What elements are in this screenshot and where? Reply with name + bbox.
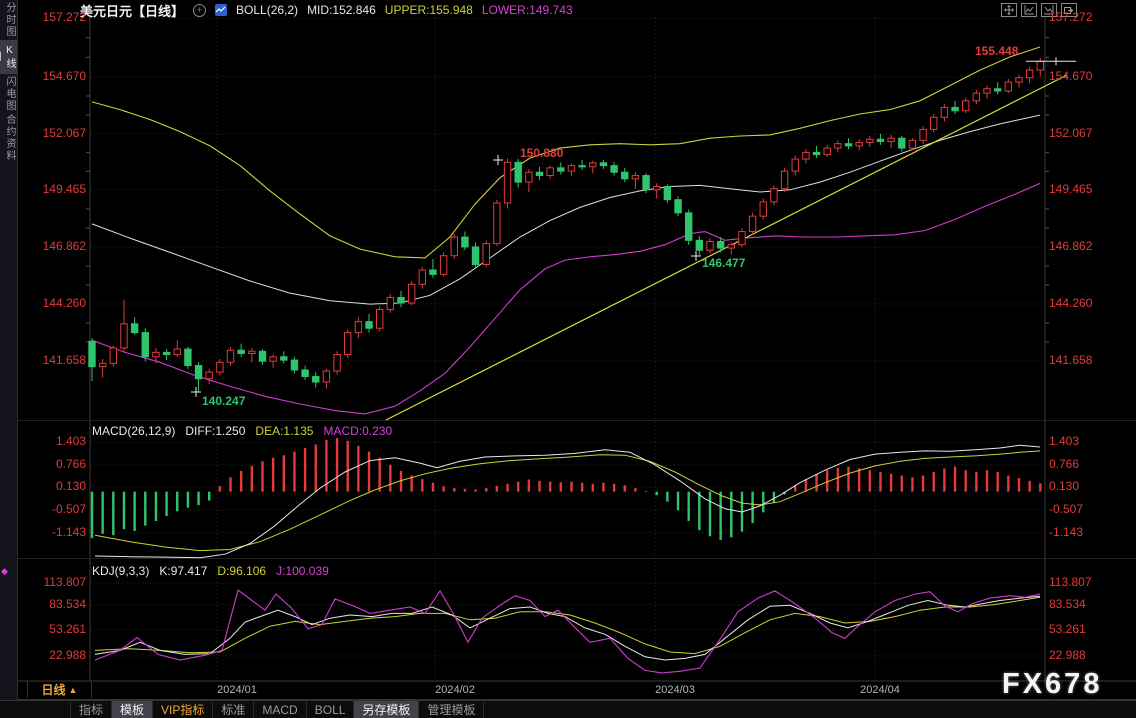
kdj-axis-label-left: 83.534 bbox=[49, 597, 86, 611]
pane-corner-marker: ◆ bbox=[1, 566, 8, 576]
macd-axis-label-left: 0.130 bbox=[55, 479, 86, 493]
move-icon[interactable] bbox=[1001, 3, 1017, 17]
chart-header: 美元日元【日线】 + BOLL(26,2) MID:152.846 UPPER:… bbox=[80, 3, 573, 19]
sidebar-item-time-share[interactable]: 分时图 bbox=[0, 2, 17, 38]
kdj-axis-label-left: 53.261 bbox=[49, 622, 86, 636]
sidebar-item-lightning[interactable]: 闪电图 bbox=[0, 76, 17, 112]
macd-diff-value: DIFF:1.250 bbox=[185, 424, 246, 438]
kdj-axis-label-right: 83.534 bbox=[1049, 597, 1086, 611]
x-axis-label: 2024/01 bbox=[217, 684, 257, 696]
axis-left-chart-icon[interactable] bbox=[1021, 3, 1037, 17]
kdj-d-value: D:96.106 bbox=[217, 564, 267, 578]
sidebar-item-contract-info[interactable]: 合约资料 bbox=[0, 114, 17, 162]
add-indicator-icon[interactable]: + bbox=[193, 3, 207, 17]
macd-label: MACD(26,12,9) bbox=[92, 424, 176, 438]
macd-axis-label-right: -0.507 bbox=[1049, 502, 1084, 516]
macd-axis-label-left: -0.507 bbox=[51, 502, 86, 516]
kdj-pane-header: KDJ(9,3,3) K:97.417 D:96.106 J:100.039 bbox=[92, 564, 329, 578]
sidebar-item-kline[interactable]: K线图 bbox=[0, 40, 17, 74]
toolbar-tab-标准[interactable]: 标准 bbox=[213, 701, 255, 718]
macd-axis-label-right: 0.766 bbox=[1049, 457, 1080, 471]
price-annotation: 140.247 bbox=[202, 394, 246, 408]
price-axis-label-left: 141.658 bbox=[42, 353, 86, 367]
price-annotation: 146.477 bbox=[702, 256, 746, 270]
x-axis-label: 2024/02 bbox=[435, 684, 475, 696]
price-axis-label-left: 157.272 bbox=[42, 10, 86, 24]
toolbar-tab-管理模板[interactable]: 管理模板 bbox=[419, 701, 485, 718]
macd-axis-label-left: 0.766 bbox=[55, 457, 86, 471]
price-axis-label-left: 152.067 bbox=[42, 126, 86, 140]
kdj-label: KDJ(9,3,3) bbox=[92, 564, 150, 578]
period-selector-button[interactable]: 日线 ▲ bbox=[27, 681, 92, 698]
price-annotation: 150.880 bbox=[520, 146, 564, 160]
toolbar-tab-另存模板[interactable]: 另存模板 bbox=[354, 701, 420, 718]
kdj-axis-label-right: 113.807 bbox=[1049, 575, 1092, 589]
toolbar-tab-BOLL[interactable]: BOLL bbox=[307, 701, 355, 718]
price-axis-label-right: 149.465 bbox=[1049, 182, 1093, 196]
sidebar: 分时图 K线图闪电图合约资料 bbox=[0, 0, 18, 718]
boll-upper-value: UPPER:155.948 bbox=[384, 3, 473, 17]
boll-label: BOLL(26,2) bbox=[236, 3, 299, 17]
macd-dea-value: DEA:1.135 bbox=[255, 424, 314, 438]
macd-axis-label-left: -1.143 bbox=[51, 525, 86, 539]
period-arrow-icon: ▲ bbox=[68, 684, 78, 695]
toolbar-tab-指标[interactable]: 指标 bbox=[70, 701, 113, 718]
price-axis-label-right: 154.670 bbox=[1049, 69, 1093, 83]
symbol-title: 美元日元【日线】 bbox=[80, 3, 185, 19]
price-axis-label-left: 154.670 bbox=[42, 69, 86, 83]
chart-canvas[interactable] bbox=[0, 0, 1136, 718]
macd-axis-label-left: 1.403 bbox=[55, 434, 86, 448]
kdj-axis-label-left: 22.988 bbox=[49, 648, 86, 662]
macd-axis-label-right: 1.403 bbox=[1049, 434, 1080, 448]
period-label: 日线 bbox=[41, 683, 66, 697]
macd-axis-label-right: -1.143 bbox=[1049, 525, 1084, 539]
chart-type-icon[interactable] bbox=[215, 4, 228, 16]
kdj-j-value: J:100.039 bbox=[276, 564, 329, 578]
macd-axis-label-right: 0.130 bbox=[1049, 479, 1080, 493]
price-axis-label-right: 146.862 bbox=[1049, 239, 1093, 253]
price-axis-label-left: 144.260 bbox=[42, 296, 86, 310]
price-axis-label-right: 144.260 bbox=[1049, 296, 1093, 310]
toolbar-tab-模板[interactable]: 模板 bbox=[112, 701, 154, 718]
kdj-axis-label-right: 22.988 bbox=[1049, 648, 1086, 662]
x-axis-label: 2024/04 bbox=[860, 684, 900, 696]
macd-macd-value: MACD:0.230 bbox=[323, 424, 393, 438]
price-axis-label-left: 146.862 bbox=[42, 239, 86, 253]
price-axis-label-left: 149.465 bbox=[42, 182, 86, 196]
kdj-axis-label-right: 53.261 bbox=[1049, 622, 1086, 636]
price-axis-label-right: 157.272 bbox=[1049, 10, 1093, 24]
price-axis-label-right: 152.067 bbox=[1049, 126, 1093, 140]
watermark: FX678 bbox=[1002, 668, 1103, 700]
boll-mid-value: MID:152.846 bbox=[307, 3, 376, 17]
toolbar-tab-MACD[interactable]: MACD bbox=[254, 701, 307, 718]
price-axis-label-right: 141.658 bbox=[1049, 353, 1093, 367]
bottom-toolbar: 指标 模板 VIP指标 标准 MACD BOLL 另存模板 管理模板 bbox=[0, 700, 1136, 718]
boll-lower-value: LOWER:149.743 bbox=[481, 3, 573, 17]
chart-application: 分时图 K线图闪电图合约资料 ◆ 美元日元【日线】 + BOLL(26,2) MI… bbox=[0, 0, 1136, 718]
x-axis-label: 2024/03 bbox=[655, 684, 695, 696]
price-annotation: 155.448 bbox=[975, 44, 1019, 58]
kdj-k-value: K:97.417 bbox=[159, 564, 208, 578]
kdj-axis-label-left: 113.807 bbox=[43, 575, 87, 589]
toolbar-tab-VIP指标[interactable]: VIP指标 bbox=[153, 701, 214, 718]
macd-pane-header: MACD(26,12,9) DIFF:1.250 DEA:1.135 MACD:… bbox=[92, 424, 392, 438]
